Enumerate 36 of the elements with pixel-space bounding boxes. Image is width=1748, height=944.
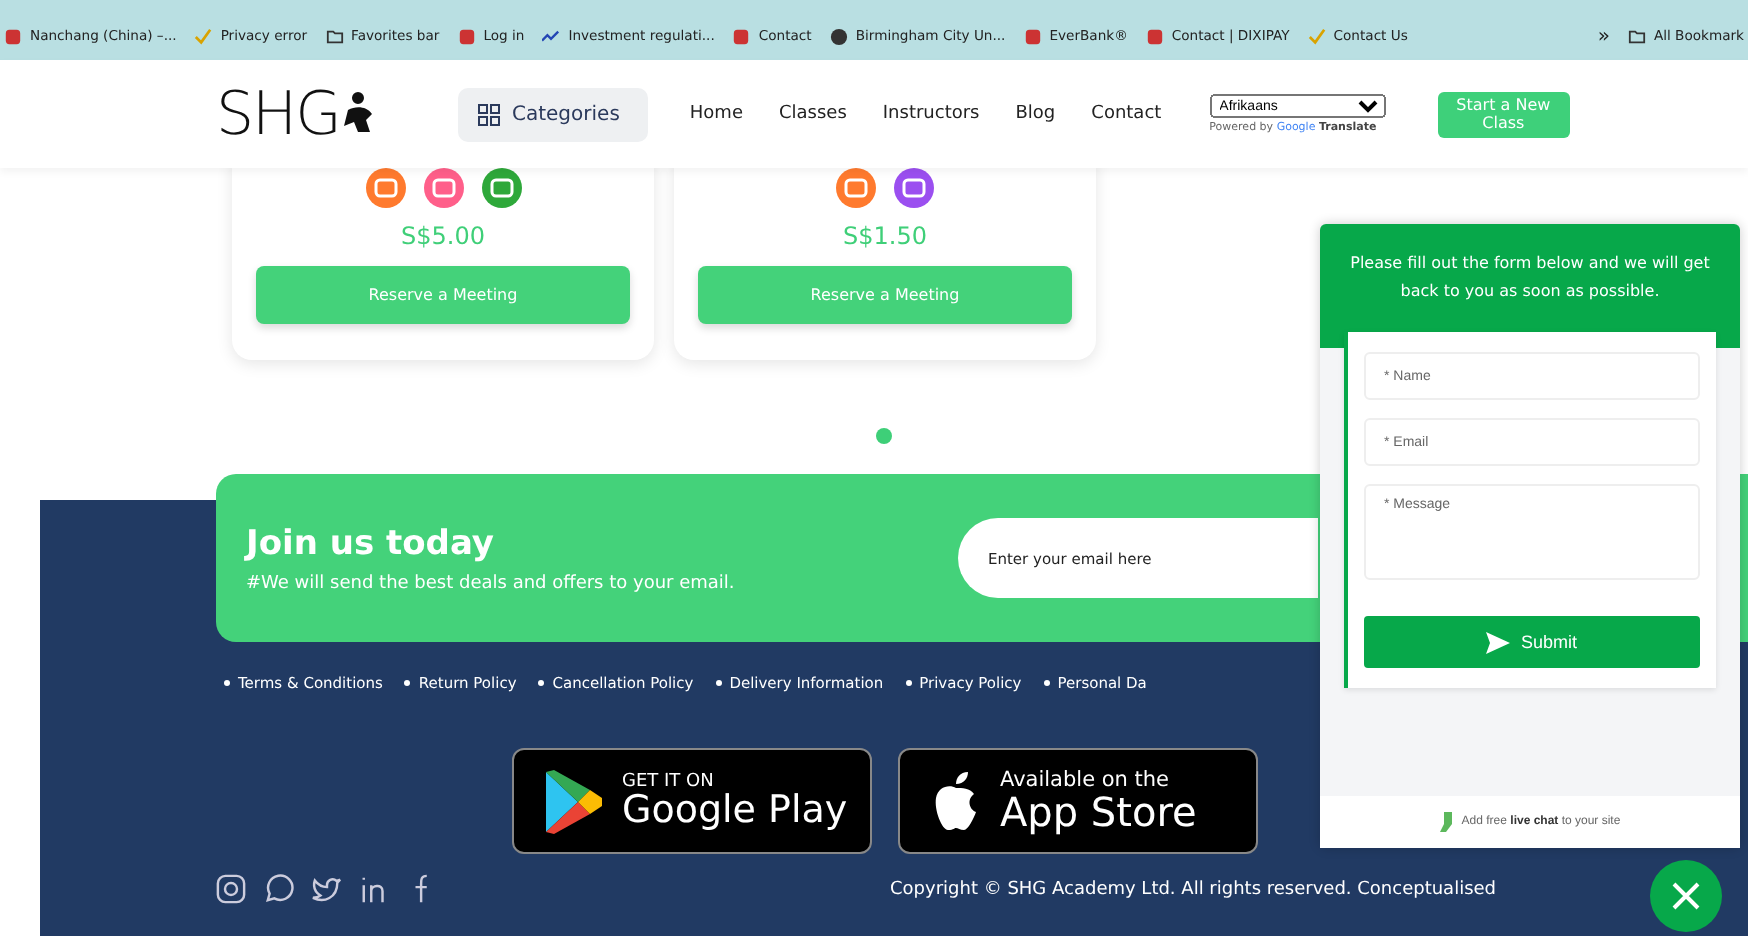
twitter-icon[interactable] xyxy=(312,874,342,904)
newsletter-title: Join us today xyxy=(246,523,496,563)
figure-icon xyxy=(339,92,376,136)
checkmark-icon xyxy=(1307,27,1326,45)
nav-link[interactable]: Classes xyxy=(778,104,847,124)
site-icon xyxy=(4,27,22,45)
nav-link[interactable]: Home xyxy=(689,104,743,124)
site-icon xyxy=(457,27,476,45)
price: S$1.50 xyxy=(843,222,927,250)
folder-icon xyxy=(1627,27,1646,45)
site-icon xyxy=(1023,27,1042,45)
whatsapp-icon[interactable] xyxy=(264,874,294,904)
linkedin-icon[interactable] xyxy=(360,874,390,904)
carousel-dot[interactable] xyxy=(876,428,892,444)
newsletter-subtitle: #We will send the best deals and offers to your email. xyxy=(246,573,737,593)
site-icon xyxy=(1145,27,1164,45)
grid-icon xyxy=(478,103,500,125)
chart-icon xyxy=(542,27,561,45)
nav-link[interactable]: Blog xyxy=(1015,104,1056,124)
nav-link[interactable]: Contact xyxy=(1091,104,1162,124)
instagram-icon[interactable] xyxy=(216,874,246,904)
send-icon xyxy=(1486,631,1511,653)
more-bookmarks-button[interactable]: » xyxy=(1597,25,1610,47)
folder-icon xyxy=(325,27,344,45)
play-store-icon xyxy=(542,767,606,835)
site-icon xyxy=(732,27,751,45)
price: S$5.00 xyxy=(401,222,485,250)
checkmark-icon xyxy=(194,27,213,45)
site-logo[interactable]: SHG xyxy=(216,79,432,149)
store-badge[interactable]: Available on the App Store xyxy=(898,748,1258,854)
nav-link[interactable]: Instructors xyxy=(882,104,980,124)
globe-icon xyxy=(829,27,848,45)
store-badge[interactable]: GET IT ON Google Play xyxy=(512,748,872,854)
copyright-text: Copyright © SHG Academy Ltd. All rights reserved. Conceptualised xyxy=(890,879,1497,899)
close-icon xyxy=(1670,880,1702,912)
categories-button[interactable]: Categories xyxy=(458,87,648,141)
